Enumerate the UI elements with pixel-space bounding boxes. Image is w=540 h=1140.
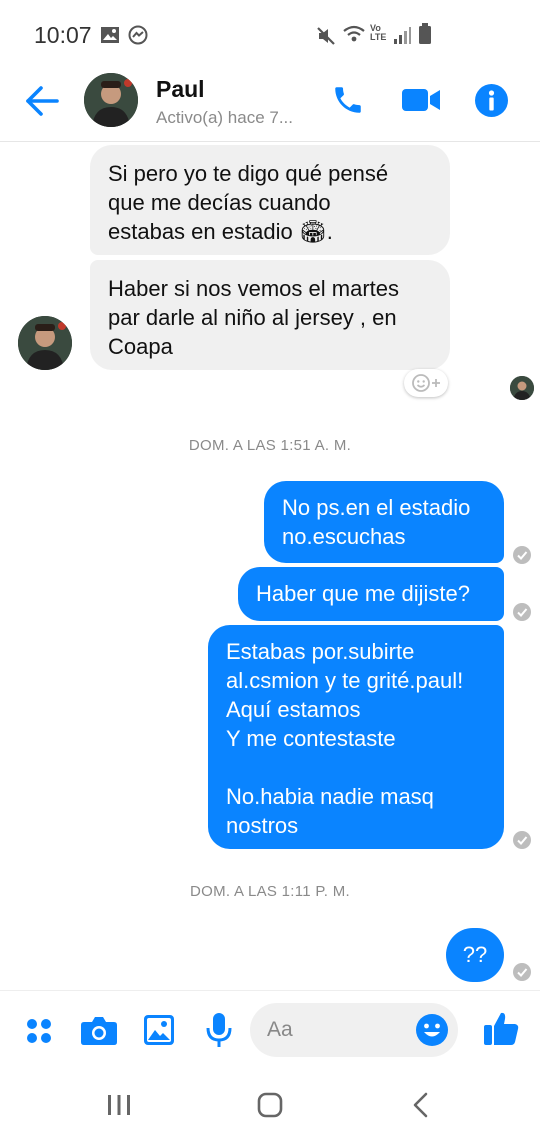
outgoing-message-bubble[interactable]: Estabas por.subirte al.csmion y te grité… [208, 625, 504, 849]
message-input-placeholder: Aa [267, 1018, 293, 1041]
thumbs-up-icon[interactable] [482, 1009, 520, 1047]
contact-avatar[interactable] [84, 73, 138, 127]
contact-avatar-small [18, 316, 72, 370]
status-time: 10:07 [34, 22, 92, 48]
wifi-icon [343, 25, 365, 42]
messenger-notification-icon [128, 25, 148, 45]
volte-icon: Vo LTE [370, 23, 387, 42]
contact-name[interactable]: Paul [156, 76, 205, 103]
back-arrow-icon[interactable] [24, 84, 60, 118]
message-input[interactable]: Aa [250, 1003, 458, 1057]
incoming-message-bubble[interactable]: Si pero yo te digo qué pensé que me decí… [90, 145, 450, 255]
system-navigation-bar [0, 1070, 540, 1140]
phone-icon[interactable] [331, 83, 365, 117]
outgoing-message-bubble[interactable]: Haber que me dijiste? [238, 567, 504, 621]
contact-active-status: Activo(a) hace 7... [156, 108, 294, 127]
date-separator: DOM. A LAS 1:11 P. M. [190, 883, 350, 900]
status-bar: 10:07 Vo LTE [0, 0, 540, 70]
video-camera-icon[interactable] [401, 85, 441, 115]
back-icon[interactable] [410, 1092, 432, 1118]
info-icon[interactable] [474, 83, 509, 118]
gallery-icon[interactable] [142, 1013, 176, 1047]
delivered-check-icon [513, 831, 531, 849]
delivered-check-icon [513, 963, 531, 981]
emoji-icon[interactable] [414, 1012, 450, 1048]
mute-icon [317, 27, 335, 45]
outgoing-message-bubble[interactable]: No ps.en el estadio no.escuchas [264, 481, 504, 563]
gallery-notification-icon [101, 27, 119, 43]
delivered-check-icon [513, 603, 531, 621]
read-receipt-avatar [510, 376, 534, 400]
apps-icon[interactable] [24, 1016, 54, 1046]
message-composer: Aa [0, 990, 540, 1070]
outgoing-message-bubble[interactable]: ?? [446, 928, 504, 982]
battery-icon [419, 23, 431, 44]
add-reaction-icon [412, 374, 440, 392]
camera-icon[interactable] [80, 1014, 118, 1046]
recent-apps-icon[interactable] [106, 1093, 132, 1117]
home-icon[interactable] [256, 1092, 284, 1118]
conversation-header: Paul Activo(a) hace 7... [0, 70, 540, 142]
signal-icon [394, 27, 411, 44]
delivered-check-icon [513, 546, 531, 564]
add-reaction-button[interactable] [404, 369, 448, 397]
incoming-message-bubble[interactable]: Haber si nos vemos el martes par darle a… [90, 260, 450, 370]
microphone-icon[interactable] [205, 1011, 233, 1049]
date-separator: DOM. A LAS 1:51 A. M. [188, 437, 352, 454]
